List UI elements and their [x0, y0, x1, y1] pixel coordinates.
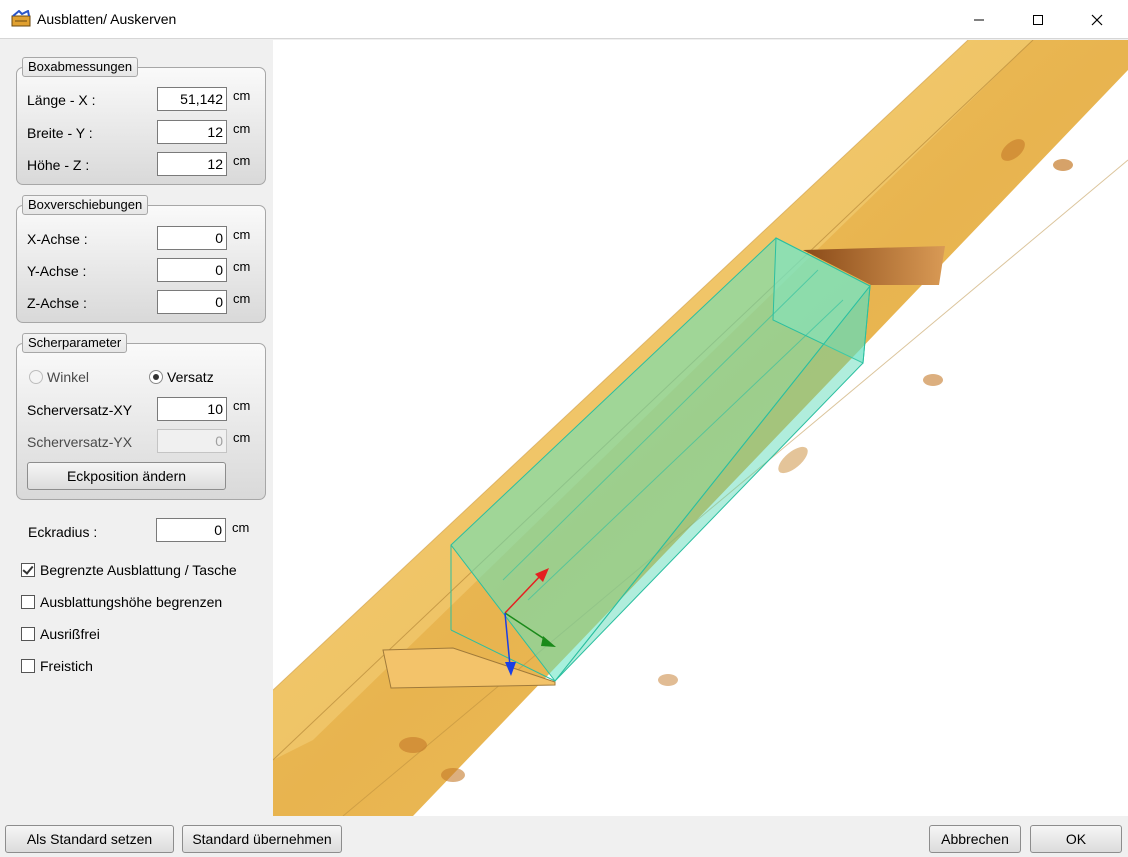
scherversatz-xy-input[interactable]: 10 [157, 397, 227, 421]
label-eckradius: Eckradius : [28, 524, 98, 540]
wood-knot [923, 374, 943, 386]
group-boxabmessungen: Boxabmessungen Länge - X : 51,142 cm Bre… [16, 57, 266, 185]
unit-z-achse: cm [233, 291, 251, 306]
radio-winkel[interactable] [29, 370, 43, 384]
unit-y-achse: cm [233, 259, 251, 274]
group-scherparameter: Scherparameter Winkel Versatz Scherversa… [16, 333, 266, 500]
window-title: Ausblatten/ Auskerven [37, 11, 177, 27]
wood-knot [658, 674, 678, 686]
label-laenge-x: Länge - X : [27, 92, 96, 108]
unit-x-achse: cm [233, 227, 251, 242]
label-hoehe-z: Höhe - Z : [27, 157, 90, 173]
checkbox-begrenzte-ausblattung[interactable] [21, 563, 35, 577]
checkbox-begrenzte-ausblattung-label: Begrenzte Ausblattung / Tasche [40, 562, 237, 578]
maximize-button[interactable] [1009, 0, 1067, 39]
minimize-icon [974, 19, 984, 20]
als-standard-setzen-button[interactable]: Als Standard setzen [5, 825, 174, 853]
dialog-button-bar: Als Standard setzen Standard übernehmen … [0, 816, 1128, 857]
wood-knot [441, 768, 465, 782]
ok-button[interactable]: OK [1030, 825, 1122, 853]
unit-eckradius: cm [232, 520, 250, 535]
close-button[interactable] [1068, 0, 1126, 39]
unit-hoehe-z: cm [233, 153, 251, 168]
checkbox-freistich-label: Freistich [40, 658, 93, 674]
label-scherversatz-yx: Scherversatz-YX [27, 434, 133, 450]
close-icon [1091, 14, 1103, 25]
checkbox-freistich[interactable] [21, 659, 35, 673]
checkbox-ausrissfrei-label: Ausrißfrei [40, 626, 100, 642]
parameter-panel: Boxabmessungen Länge - X : 51,142 cm Bre… [0, 40, 273, 816]
minimize-button[interactable] [950, 0, 1008, 39]
beam-3d-render [273, 40, 1128, 816]
cutting-box [450, 237, 871, 682]
label-breite-y: Breite - Y : [27, 125, 93, 141]
3d-viewport[interactable] [273, 40, 1128, 816]
laenge-x-input[interactable]: 51,142 [157, 87, 227, 111]
unit-breite-y: cm [233, 121, 251, 136]
eckradius-input[interactable]: 0 [156, 518, 226, 542]
wood-knot [399, 737, 427, 753]
unit-scherversatz-xy: cm [233, 398, 251, 413]
radio-versatz-label: Versatz [167, 369, 214, 385]
z-achse-input[interactable]: 0 [157, 290, 227, 314]
group-legend-scherparameter: Scherparameter [22, 333, 128, 353]
unit-laenge-x: cm [233, 88, 251, 103]
group-boxverschiebungen: Boxverschiebungen X-Achse : 0 cm Y-Achse… [16, 195, 266, 323]
abbrechen-button[interactable]: Abbrechen [929, 825, 1021, 853]
label-y-achse: Y-Achse : [27, 263, 87, 279]
wood-knot [1053, 159, 1073, 171]
checkbox-ausblattungshoehe-begrenzen-label: Ausblattungshöhe begrenzen [40, 594, 223, 610]
hoehe-z-input[interactable]: 12 [157, 152, 227, 176]
label-x-achse: X-Achse : [27, 231, 88, 247]
eckposition-aendern-button[interactable]: Eckposition ändern [27, 462, 226, 490]
checkbox-ausrissfrei[interactable] [21, 627, 35, 641]
y-achse-input[interactable]: 0 [157, 258, 227, 282]
unit-scherversatz-yx: cm [233, 430, 251, 445]
radio-versatz[interactable] [149, 370, 163, 384]
maximize-icon [1033, 14, 1043, 25]
x-achse-input[interactable]: 0 [157, 226, 227, 250]
label-scherversatz-xy: Scherversatz-XY [27, 402, 133, 418]
checkbox-ausblattungshoehe-begrenzen[interactable] [21, 595, 35, 609]
breite-y-input[interactable]: 12 [157, 120, 227, 144]
scherversatz-yx-input: 0 [157, 429, 227, 453]
group-legend-boxverschiebungen: Boxverschiebungen [22, 195, 149, 215]
radio-winkel-label: Winkel [47, 369, 90, 385]
standard-uebernehmen-button[interactable]: Standard übernehmen [182, 825, 342, 853]
label-z-achse: Z-Achse : [27, 295, 87, 311]
title-bar: Ausblatten/ Auskerven [0, 0, 1128, 39]
blue-wood-tool-icon [11, 10, 31, 27]
group-legend-boxabmessungen: Boxabmessungen [22, 57, 139, 77]
